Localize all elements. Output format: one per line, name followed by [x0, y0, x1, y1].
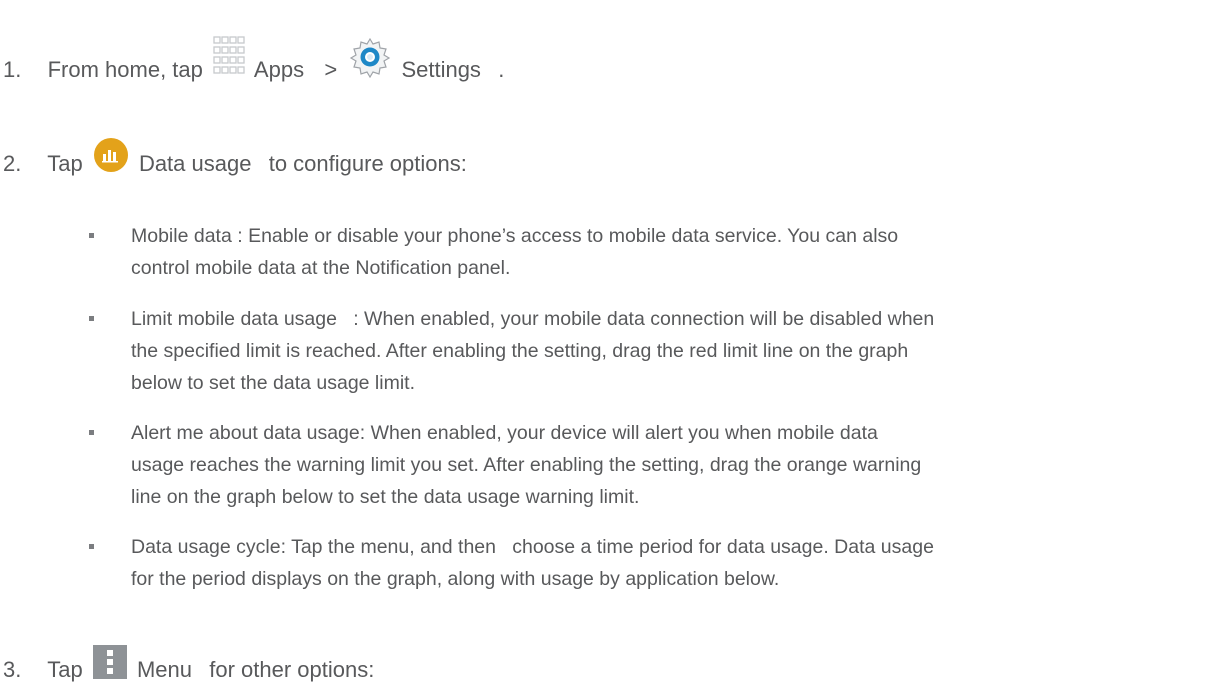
- bullet-desc: : Tap the menu, and then choose a time p…: [280, 536, 934, 558]
- bullet-line: Alert me about data usage: When enabled,…: [131, 417, 921, 449]
- step-number: 3.: [3, 657, 22, 682]
- step-number: 2.: [3, 151, 22, 176]
- settings-gear-icon: [349, 36, 391, 85]
- step-text: Tap: [47, 657, 83, 682]
- step-2: 2. Tap Data usage to configure options:: [3, 137, 467, 180]
- step-suffix: .: [498, 57, 505, 82]
- bullet-term: Data usage cycle: [131, 536, 281, 558]
- settings-label: Settings: [401, 57, 481, 82]
- bullet-marker: [89, 430, 94, 435]
- bullet-marker: [89, 233, 94, 238]
- bullet-item-mobile-data: Mobile data : Enable or disable your pho…: [131, 220, 898, 284]
- bullet-line: below to set the data usage limit.: [131, 372, 415, 394]
- bullet-line: the specified limit is reached. After en…: [131, 340, 909, 362]
- step-number: 1.: [3, 57, 22, 82]
- bullet-term: Mobile data: [131, 225, 232, 247]
- bullet-item-data-usage-cycle: Data usage cycle: Tap the menu, and then…: [131, 531, 934, 595]
- bullet-term: Limit mobile data usage: [131, 308, 337, 330]
- step-suffix: to configure options:: [268, 151, 467, 176]
- apps-grid-icon: [213, 36, 245, 83]
- apps-label: Apps: [253, 57, 305, 82]
- document-page: { "steps": { "step1": { "number": "1.", …: [0, 0, 1215, 700]
- bullet-line: line on the graph below to set the data …: [131, 486, 640, 508]
- bullet-line: for the period displays on the graph, al…: [131, 568, 780, 590]
- bullet-desc: : Enable or disable your phone’s access …: [231, 225, 899, 247]
- step-3: 3. Tap Menu for other options:: [3, 644, 375, 686]
- bullet-line: Mobile data : Enable or disable your pho…: [131, 220, 898, 252]
- bullet-item-alert-data-usage: Alert me about data usage: When enabled,…: [131, 417, 921, 513]
- bullet-line: control mobile data at the Notification …: [131, 257, 511, 279]
- menu-dots-icon: [92, 644, 127, 686]
- step-suffix: for other options:: [209, 657, 375, 682]
- bullet-line: Limit mobile data usage : When enabled, …: [131, 303, 934, 335]
- bullet-line: Data usage cycle: Tap the menu, and then…: [131, 531, 934, 563]
- menu-label: Menu: [136, 657, 192, 682]
- bullet-item-limit-mobile-data: Limit mobile data usage : When enabled, …: [131, 303, 934, 399]
- data-usage-icon: [93, 137, 129, 180]
- bullet-term: Alert me about data usage: [131, 422, 360, 444]
- bullet-line: usage reaches the warning limit you set.…: [131, 454, 922, 476]
- data-usage-label: Data usage: [138, 151, 252, 176]
- bullet-desc: : When enabled, your device will alert y…: [359, 422, 878, 444]
- step-text: From home, tap: [47, 57, 203, 82]
- bullet-marker: [89, 544, 94, 549]
- step-1: 1. From home, tap Apps > Settings .: [3, 36, 505, 85]
- bullet-marker: [89, 316, 94, 321]
- bullet-desc: : When enabled, your mobile data connect…: [336, 308, 935, 330]
- step-text: Tap: [47, 151, 83, 176]
- separator: >: [324, 57, 338, 82]
